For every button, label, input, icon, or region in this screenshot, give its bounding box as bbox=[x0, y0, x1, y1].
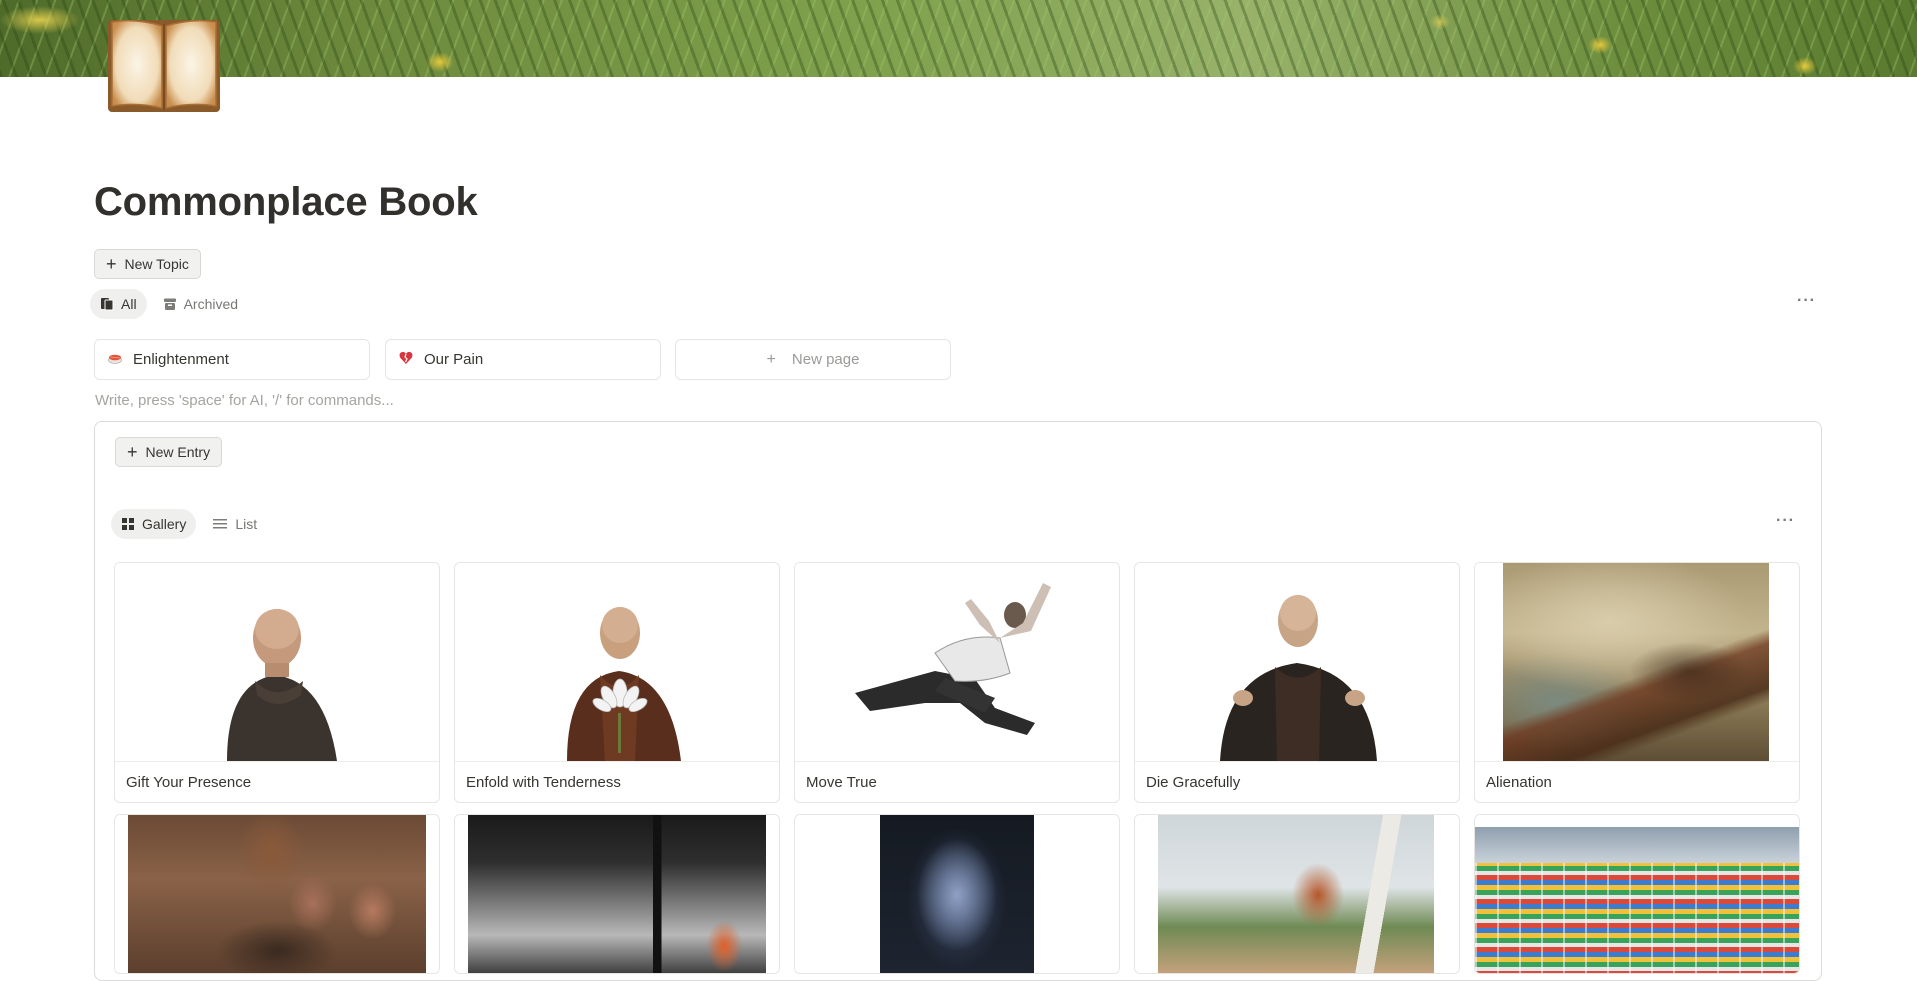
editor-placeholder[interactable]: Write, press 'space' for AI, '/' for com… bbox=[95, 392, 394, 409]
sushi-emoji-icon bbox=[107, 350, 123, 370]
database-more-options-button[interactable]: ··· bbox=[1776, 512, 1795, 530]
new-topic-label: New Topic bbox=[124, 256, 189, 272]
card-title: Die Gracefully bbox=[1135, 761, 1459, 802]
street-scene-photo bbox=[455, 815, 779, 973]
archive-box-icon bbox=[163, 297, 177, 311]
books-icon bbox=[100, 297, 114, 311]
tab-all[interactable]: All bbox=[90, 289, 147, 319]
new-entry-label: New Entry bbox=[145, 444, 211, 460]
gallery-card[interactable] bbox=[454, 814, 780, 974]
plus-icon: + bbox=[127, 442, 138, 462]
book-page-icon[interactable] bbox=[104, 14, 224, 116]
gallery-card[interactable]: Move True bbox=[794, 562, 1120, 803]
gallery-card[interactable]: Alienation bbox=[1474, 562, 1800, 803]
card-title: Move True bbox=[795, 761, 1119, 802]
new-page-label: New page bbox=[791, 351, 860, 368]
gallery-card[interactable]: Enfold with Tenderness bbox=[454, 562, 780, 803]
monk-with-lotus-photo bbox=[455, 563, 779, 761]
gallery-card[interactable]: Die Gracefully bbox=[1134, 562, 1460, 803]
database-view-tabs: Gallery List bbox=[111, 509, 267, 539]
seated-monk-photo bbox=[115, 563, 439, 761]
supermarket-aisles-photo bbox=[1475, 815, 1799, 973]
tab-gallery-label: Gallery bbox=[142, 516, 187, 532]
new-topic-button[interactable]: + New Topic bbox=[94, 249, 201, 279]
linked-page-label: Our Pain bbox=[424, 351, 484, 368]
turner-rain-steam-speed-painting bbox=[1475, 563, 1799, 761]
family-meal-photo bbox=[115, 815, 439, 973]
tab-list-label: List bbox=[235, 516, 258, 532]
gallery-card[interactable]: Gift Your Presence bbox=[114, 562, 440, 803]
database-container: + New Entry Gallery List ··· Gift Your P… bbox=[94, 421, 1822, 981]
gallery-grid-icon bbox=[121, 517, 135, 531]
gallery-card[interactable] bbox=[1134, 814, 1460, 974]
list-lines-icon bbox=[212, 517, 228, 531]
plus-icon: + bbox=[106, 254, 117, 274]
broken-heart-icon bbox=[398, 350, 414, 370]
linked-page-label: Enlightenment bbox=[133, 351, 229, 368]
gallery-card[interactable] bbox=[114, 814, 440, 974]
new-entry-button[interactable]: + New Entry bbox=[115, 437, 223, 467]
gallery-card[interactable] bbox=[794, 814, 1120, 974]
tab-archived-label: Archived bbox=[183, 296, 239, 312]
card-title: Gift Your Presence bbox=[115, 761, 439, 802]
tab-gallery[interactable]: Gallery bbox=[111, 509, 197, 539]
blue-head-sculpture-painting bbox=[795, 815, 1119, 973]
gallery-card[interactable] bbox=[1474, 814, 1800, 974]
tab-list[interactable]: List bbox=[202, 509, 267, 539]
page-title[interactable]: Commonplace Book bbox=[94, 180, 478, 225]
view-tabs: All Archived bbox=[90, 289, 248, 319]
flying-kick-photo bbox=[795, 563, 1119, 761]
page-more-options-button[interactable]: ··· bbox=[1797, 292, 1816, 310]
card-title: Alienation bbox=[1475, 761, 1799, 802]
orangutan-on-tree-photo bbox=[1135, 815, 1459, 973]
tab-all-label: All bbox=[121, 296, 137, 312]
new-page-button[interactable]: + New page bbox=[675, 339, 951, 380]
tab-archived[interactable]: Archived bbox=[153, 289, 248, 319]
page-cover-image[interactable] bbox=[0, 0, 1917, 77]
card-title: Enfold with Tenderness bbox=[455, 761, 779, 802]
linked-page-our-pain[interactable]: Our Pain bbox=[385, 339, 661, 380]
seated-monk-gesturing-photo bbox=[1135, 563, 1459, 761]
plus-icon: + bbox=[766, 350, 776, 368]
linked-page-enlightenment[interactable]: Enlightenment bbox=[94, 339, 370, 380]
